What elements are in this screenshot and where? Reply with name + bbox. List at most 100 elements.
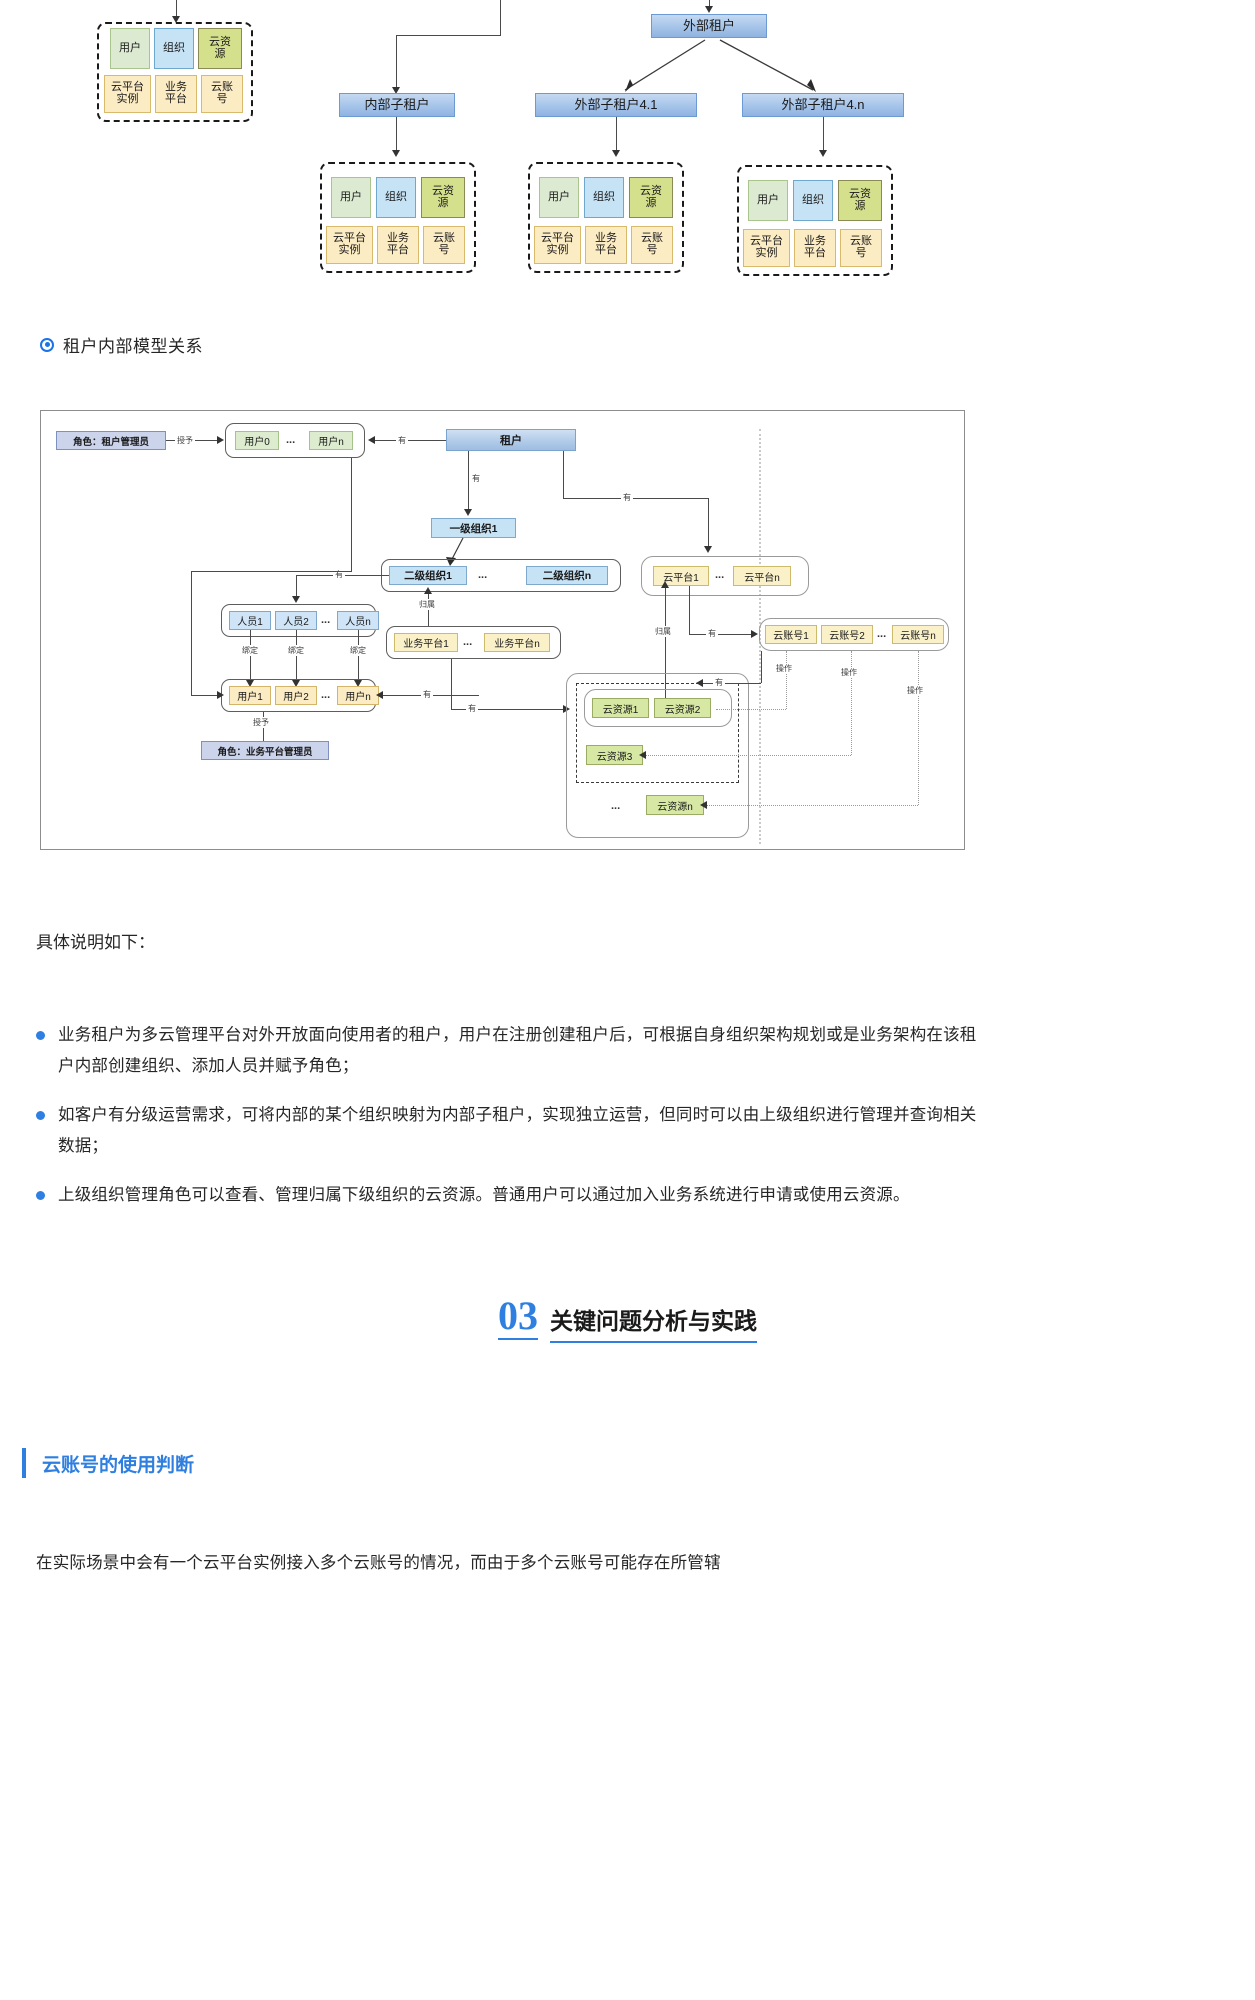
capability-chip-biz-platform: 业务平台 [794, 229, 836, 267]
ellipsis: ... [321, 614, 331, 626]
edge-label-has: 有 [396, 435, 408, 446]
person-node-1[interactable]: 人员1 [229, 611, 271, 630]
user-node-0[interactable]: 用户0 [235, 431, 279, 450]
capability-chip-org: 组织 [584, 177, 624, 218]
cloud-account-node-n[interactable]: 云账号n [892, 625, 944, 644]
edge-has [701, 683, 761, 684]
arrow-icon [819, 150, 827, 157]
capability-chip-cloud-platform-instance: 云平台实例 [534, 226, 581, 264]
capability-chip-biz-platform: 业务平台 [155, 75, 197, 113]
bullet-dot-icon [36, 1191, 45, 1201]
edge-label-belong: 归属 [417, 599, 437, 610]
edge-label-has: 有 [466, 703, 478, 714]
cloud-resource-node-2[interactable]: 云资源2 [654, 698, 711, 718]
ellipsis: ... [286, 434, 296, 446]
tenant-node-label: 外部子租户4.n [781, 96, 865, 112]
edge-label-operate: 操作 [774, 663, 794, 674]
edge-label-grant: 授予 [175, 435, 195, 446]
arrow-icon [700, 801, 707, 809]
tenant-node-external-sub-4-n[interactable]: 外部子租户4.n [742, 93, 904, 117]
capability-chip-cloud-account: 云账号 [423, 226, 465, 264]
arrow-icon [292, 596, 300, 603]
capability-chip-cloud-platform-instance: 云平台实例 [104, 75, 151, 113]
tenant-node-label: 内部子租户 [364, 96, 430, 112]
biz-platform-node-1[interactable]: 业务平台1 [394, 633, 458, 652]
edge-has [468, 451, 469, 511]
ellipsis: ... [877, 628, 887, 640]
edge-label-operate: 操作 [839, 667, 859, 678]
ellipsis: ... [478, 569, 488, 581]
user-bottom-node-2[interactable]: 用户2 [275, 686, 317, 705]
biz-platform-node-n[interactable]: 业务平台n [484, 633, 550, 652]
arrow-icon [612, 150, 620, 157]
list-item: 上级组织管理角色可以查看、管理归属下级组织的云资源。普通用户可以通过加入业务系统… [36, 1180, 986, 1211]
user-bottom-node-n[interactable]: 用户n [337, 686, 379, 705]
org-level1-node[interactable]: 一级组织1 [431, 518, 516, 538]
cloud-account-node-2[interactable]: 云账号2 [821, 625, 873, 644]
user-bottom-node-1[interactable]: 用户1 [229, 686, 271, 705]
edge-label-has: 有 [621, 492, 633, 503]
capability-chip-cloud-resource: 云资源 [838, 180, 882, 221]
edge-label-has: 有 [421, 689, 433, 700]
person-node-n[interactable]: 人员n [337, 611, 379, 630]
edge-operate [918, 651, 919, 805]
capability-chip-cloud-account: 云账号 [631, 226, 673, 264]
edge-has [451, 659, 452, 709]
role-tenant-admin-node[interactable]: 角色：租户管理员 [56, 431, 166, 450]
org-level2-last-node[interactable]: 二级组织n [526, 566, 608, 585]
edge-label-bind: 绑定 [286, 645, 306, 656]
connector-line [500, 0, 501, 36]
arrow-icon [376, 691, 383, 699]
arrow-icon [424, 587, 432, 594]
subsection-heading: 云账号的使用判断 [22, 1448, 194, 1478]
ellipsis: ... [715, 569, 725, 581]
edge-bind [296, 630, 297, 682]
cloud-platform-node-n[interactable]: 云平台n [733, 566, 791, 586]
arrow-icon [217, 436, 224, 444]
arrow-icon [696, 679, 703, 687]
edge-label-has: 有 [713, 677, 725, 688]
edge-has [563, 451, 564, 498]
connector-line [396, 35, 397, 89]
chapter-title: 关键问题分析与实践 [550, 1308, 757, 1343]
connector-line [351, 458, 352, 571]
bullet-text: 业务租户为多云管理平台对外开放面向使用者的租户，用户在注册创建租户后，可根据自身… [58, 1026, 977, 1075]
capability-chip-user: 用户 [539, 177, 579, 218]
arrow-icon [704, 546, 712, 553]
capability-chip-org: 组织 [154, 28, 194, 69]
arrow-icon [639, 751, 646, 759]
cloud-account-node-1[interactable]: 云账号1 [765, 625, 817, 644]
edge-label-bind: 绑定 [348, 645, 368, 656]
ellipsis: ... [611, 800, 621, 812]
capability-chip-org: 组织 [793, 180, 833, 221]
capability-chip-cloud-account: 云账号 [840, 229, 882, 267]
edge-has [374, 440, 446, 441]
edge-has [296, 575, 297, 598]
cloud-resource-node-3[interactable]: 云资源3 [586, 745, 643, 765]
connector-line [396, 117, 397, 152]
edge-label-has: 有 [706, 628, 718, 639]
role-bizplat-admin-node[interactable]: 角色：业务平台管理员 [201, 741, 329, 760]
tenant-internal-model-figure: 角色：租户管理员 授予 用户0 ... 用户n 租户 有 有 一级组织1 二级组… [40, 410, 965, 850]
connector-line [396, 35, 500, 36]
arrow-icon [464, 509, 472, 516]
person-node-2[interactable]: 人员2 [275, 611, 317, 630]
org-level2-first-node[interactable]: 二级组织1 [389, 566, 467, 585]
edge-label-belong: 归属 [653, 626, 673, 637]
arrow-icon [392, 150, 400, 157]
tenant-node[interactable]: 租户 [446, 429, 576, 451]
list-item: 如客户有分级运营需求，可将内部的某个组织映射为内部子租户，实现独立运营，但同时可… [36, 1100, 986, 1161]
tenant-node-internal-sub[interactable]: 内部子租户 [339, 93, 455, 117]
tenant-node-external-sub-4-1[interactable]: 外部子租户4.1 [535, 93, 697, 117]
edge-operate [645, 755, 851, 756]
capability-chip-cloud-platform-instance: 云平台实例 [743, 229, 790, 267]
section-header: 租户内部模型关系 [40, 332, 203, 357]
capability-chip-user: 用户 [110, 28, 150, 69]
user-node-n-real[interactable]: 用户n [309, 431, 353, 450]
bullet-dot-icon [36, 1111, 45, 1121]
edge-label-bind: 绑定 [240, 645, 260, 656]
cloud-resource-node-1[interactable]: 云资源1 [592, 698, 649, 718]
ellipsis: ... [321, 689, 331, 701]
cloud-resource-node-n[interactable]: 云资源n [646, 795, 704, 815]
arrow-icon [217, 691, 224, 699]
